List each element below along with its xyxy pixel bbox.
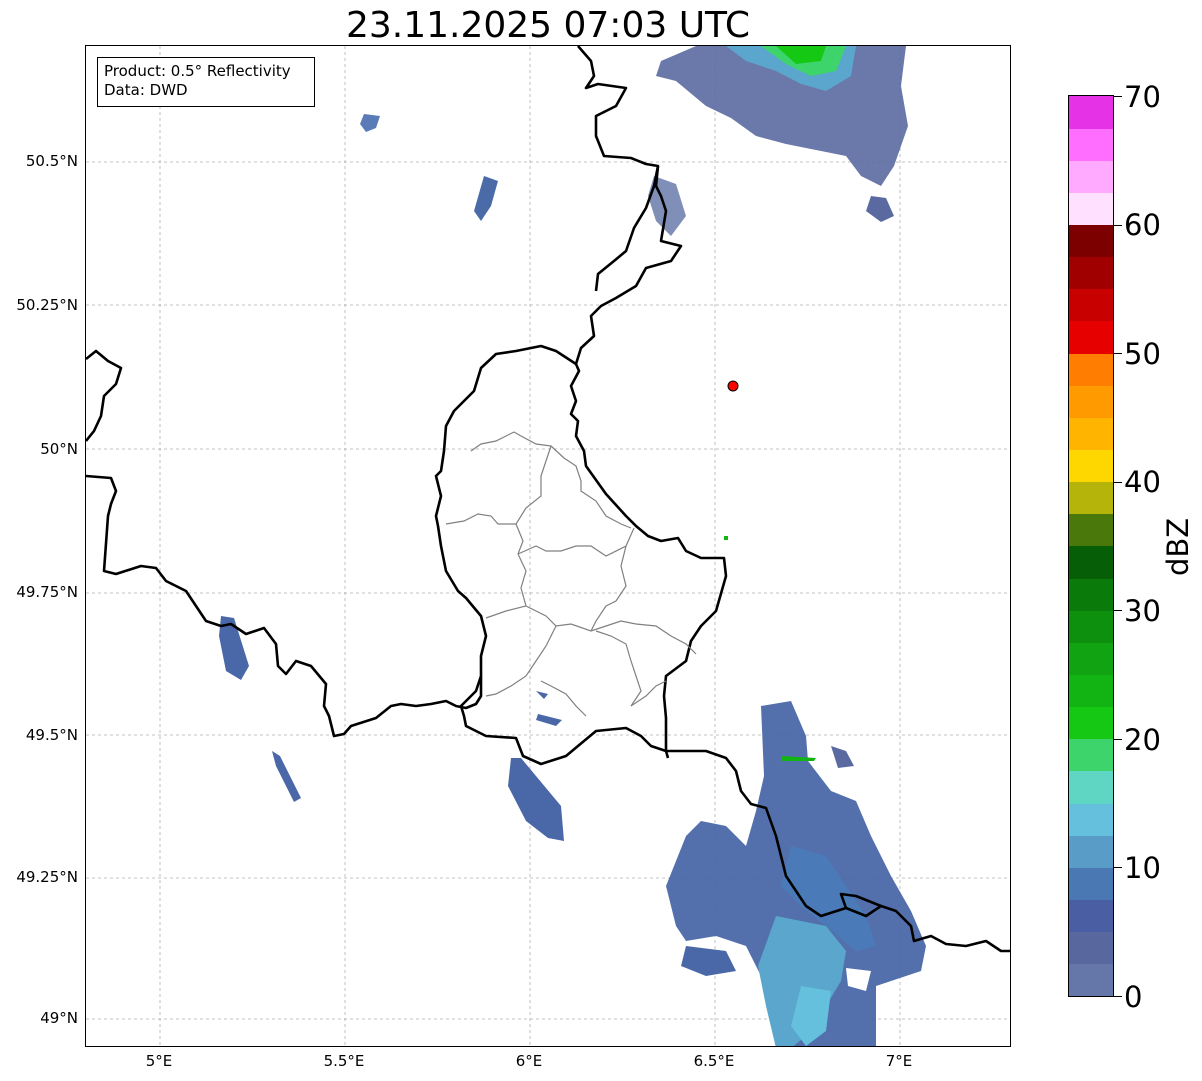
- colorbar-segment: [1069, 546, 1113, 579]
- colorbar-segment: [1069, 899, 1113, 933]
- colorbar-segment: [1069, 128, 1113, 161]
- radar-map[interactable]: Product: 0.5° Reflectivity Data: DWD: [85, 45, 1011, 1047]
- lat-label-49-25: 49.25°N: [16, 868, 78, 886]
- colorbar-segment: [1069, 674, 1113, 708]
- colorbar-segment: [1069, 160, 1113, 193]
- lat-label-49-75: 49.75°N: [16, 583, 78, 601]
- colorbar-unit-label: dBZ: [1161, 517, 1195, 576]
- colorbar-segment: [1069, 321, 1113, 354]
- colorbar-segment: [1069, 867, 1113, 901]
- colorbar-tick-mark: [1114, 996, 1122, 997]
- colorbar-tick-mark: [1114, 96, 1122, 97]
- lat-label-50: 50°N: [40, 440, 78, 458]
- reflectivity-colorbar: [1068, 95, 1114, 997]
- colorbar-segment: [1069, 835, 1113, 868]
- colorbar-segment: [1069, 771, 1113, 804]
- colorbar-tick-mark: [1114, 867, 1122, 869]
- colorbar-tick-mark: [1114, 738, 1122, 740]
- colorbar-tick-mark: [1114, 353, 1122, 355]
- map-canvas: [86, 46, 1010, 1046]
- colorbar-segment: [1069, 931, 1113, 965]
- colorbar-segment: [1069, 192, 1113, 226]
- colorbar-segment: [1069, 288, 1113, 322]
- colorbar-tick-20: 20: [1124, 723, 1161, 757]
- colorbar-segment: [1069, 738, 1113, 772]
- colorbar-segment: [1069, 963, 1113, 997]
- lon-label-7: 7°E: [885, 1052, 913, 1070]
- lat-label-49-5: 49.5°N: [25, 726, 78, 744]
- colorbar-tick-mark: [1114, 224, 1122, 226]
- colorbar-segment: [1069, 642, 1113, 676]
- lon-label-6-5: 6.5°E: [693, 1052, 735, 1070]
- colorbar-tick-0: 0: [1124, 980, 1143, 1014]
- lat-label-50-5: 50.5°N: [25, 152, 78, 170]
- district-borders: [445, 431, 697, 717]
- colorbar-segment: [1069, 610, 1113, 643]
- product-label: Product: 0.5° Reflectivity: [104, 62, 291, 80]
- radar-echoes: [219, 46, 926, 1046]
- lat-label-50-25: 50.25°N: [16, 296, 78, 314]
- colorbar-segment: [1069, 803, 1113, 836]
- map-title: 23.11.2025 07:03 UTC: [345, 5, 751, 46]
- colorbar-segment: [1069, 449, 1113, 483]
- lon-label-6: 6°E: [515, 1052, 543, 1070]
- colorbar-tick-10: 10: [1124, 851, 1161, 885]
- colorbar-segment: [1069, 513, 1113, 547]
- lon-label-5: 5°E: [145, 1052, 173, 1070]
- colorbar-segment: [1069, 481, 1113, 515]
- colorbar-tick-mark: [1114, 481, 1122, 483]
- radar-station-marker: [727, 380, 739, 392]
- colorbar-tick-30: 30: [1124, 594, 1161, 628]
- lon-label-5-5: 5.5°E: [323, 1052, 365, 1070]
- colorbar-segment: [1069, 578, 1113, 611]
- colorbar-segment: [1069, 96, 1113, 129]
- colorbar-segment: [1069, 706, 1113, 740]
- colorbar-tick-60: 60: [1124, 208, 1161, 242]
- colorbar-segment: [1069, 385, 1113, 418]
- colorbar-segment: [1069, 256, 1113, 290]
- product-info-box: Product: 0.5° Reflectivity Data: DWD: [97, 57, 315, 107]
- data-source-label: Data: DWD: [104, 81, 188, 99]
- colorbar-tick-mark: [1114, 610, 1122, 612]
- colorbar-segment: [1069, 353, 1113, 386]
- colorbar-segment: [1069, 417, 1113, 451]
- colorbar-tick-70: 70: [1124, 80, 1161, 114]
- colorbar-segment: [1069, 224, 1113, 258]
- lat-label-49: 49°N: [40, 1009, 78, 1027]
- colorbar-tick-50: 50: [1124, 337, 1161, 371]
- colorbar-tick-40: 40: [1124, 465, 1161, 499]
